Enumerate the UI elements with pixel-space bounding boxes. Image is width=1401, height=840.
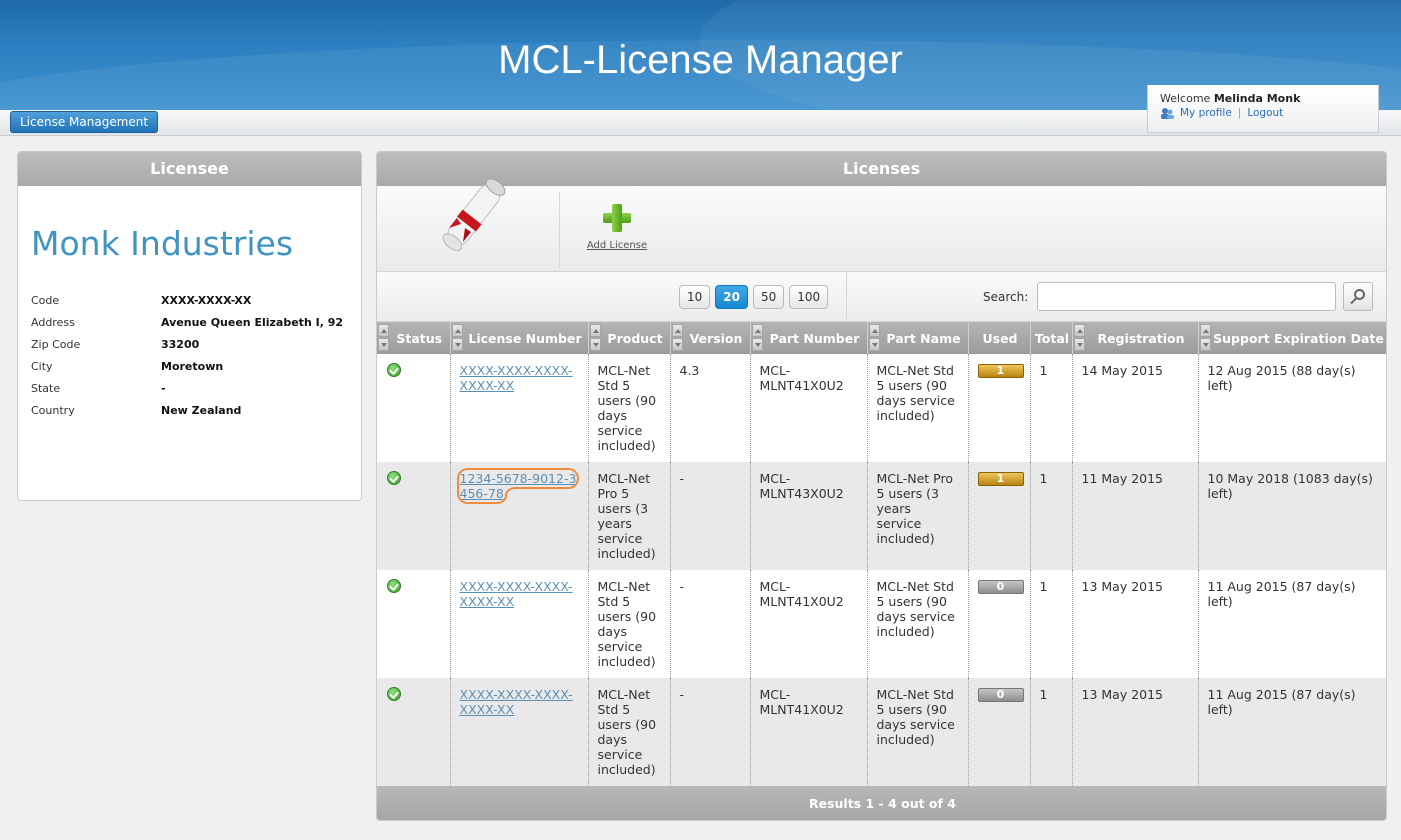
column-product[interactable]: Product (588, 322, 671, 354)
license-number-link[interactable]: 1234-5678-9012-3456-78 (456, 468, 580, 504)
expiration-cell: 10 May 2018 (1083 day(s) left) (1198, 462, 1386, 570)
status-ok-icon (387, 363, 401, 377)
part-name-cell: MCL-Net Std 5 users (90 days service inc… (867, 570, 969, 678)
version-cell: - (670, 678, 751, 786)
table-row: XXXX-XXXX-XXXX-XXXX-XX MCL-Net Std 5 use… (377, 678, 1386, 786)
table-header-row: Status License Number Product Version Pa… (377, 322, 1386, 354)
total-cell: 1 (1030, 354, 1073, 462)
user-box: Welcome Melinda Monk My profile | Logout (1147, 85, 1379, 133)
status-ok-icon (387, 579, 401, 593)
table-row: XXXX-XXXX-XXXX-XXXX-XX MCL-Net Std 5 use… (377, 354, 1386, 462)
search-label: Search: (983, 290, 1029, 304)
table-row: XXXX-XXXX-XXXX-XXXX-XX MCL-Net Std 5 use… (377, 570, 1386, 678)
status-ok-icon (387, 687, 401, 701)
detail-row: State - (31, 381, 166, 395)
column-total[interactable]: Total (1030, 322, 1073, 354)
page-size-50[interactable]: 50 (752, 285, 785, 309)
pager-bar: 10 20 50 100 Search: (377, 272, 1386, 322)
licensee-header: Licensee (18, 152, 361, 186)
total-cell: 1 (1030, 678, 1073, 786)
license-scroll-icon (442, 178, 506, 251)
detail-row: City Moretown (31, 359, 224, 373)
licenses-toolbar: Add License (377, 178, 1386, 272)
registration-cell: 13 May 2015 (1072, 570, 1199, 678)
license-number-link[interactable]: XXXX-XXXX-XXXX-XXXX-XX (460, 687, 573, 717)
column-status[interactable]: Status (377, 322, 451, 354)
detail-row: Zip Code 33200 (31, 337, 200, 351)
welcome-text: Welcome Melinda Monk (1160, 92, 1301, 105)
column-support-expiration[interactable]: Support Expiration Date (1198, 322, 1386, 354)
detail-row: Code XXXX-XXXX-XX (31, 293, 252, 307)
registration-cell: 13 May 2015 (1072, 678, 1199, 786)
search-button[interactable] (1343, 282, 1373, 311)
product-cell: MCL-Net Std 5 users (90 days service inc… (588, 570, 671, 678)
detail-row: Address Avenue Queen Elizabeth I, 92 (31, 315, 344, 329)
version-cell: - (670, 462, 751, 570)
add-license-plus-icon (603, 204, 631, 232)
licenses-table: Status License Number Product Version Pa… (377, 322, 1386, 786)
column-version[interactable]: Version (670, 322, 751, 354)
page-size-10[interactable]: 10 (679, 285, 711, 309)
product-cell: MCL-Net Pro 5 users (3 years service inc… (588, 462, 671, 570)
total-cell: 1 (1030, 570, 1073, 678)
used-badge: 0 (977, 580, 1024, 594)
user-name: Melinda Monk (1213, 92, 1301, 105)
detail-row: Country New Zealand (31, 403, 242, 417)
registration-cell: 14 May 2015 (1072, 354, 1199, 462)
version-cell: 4.3 (670, 354, 751, 462)
results-summary: Results 1 - 4 out of 4 (377, 786, 1386, 820)
registration-cell: 11 May 2015 (1072, 462, 1199, 570)
link-separator: | (1237, 107, 1242, 119)
product-cell: MCL-Net Std 5 users (90 days service inc… (588, 678, 671, 786)
company-name: Monk Industries (31, 224, 294, 263)
search-input[interactable] (1037, 282, 1336, 311)
logout-link[interactable]: Logout (1247, 107, 1283, 119)
my-profile-link[interactable]: My profile (1180, 107, 1232, 119)
expiration-cell: 11 Aug 2015 (87 day(s) left) (1198, 678, 1386, 786)
status-ok-icon (387, 471, 401, 485)
used-badge: 1 (977, 364, 1024, 378)
profile-icon (1161, 108, 1174, 119)
part-number-cell: MCL-MLNT41X0U2 (750, 678, 868, 786)
app-title: MCL-License Manager (498, 38, 903, 82)
version-cell: - (670, 570, 751, 678)
expiration-cell: 11 Aug 2015 (87 day(s) left) (1198, 570, 1386, 678)
product-cell: MCL-Net Std 5 users (90 days service inc… (588, 354, 671, 462)
licensee-details: Code XXXX-XXXX-XX Address Avenue Queen Eli… (31, 289, 361, 421)
part-name-cell: MCL-Net Pro 5 users (3 years service inc… (867, 462, 969, 570)
part-number-cell: MCL-MLNT41X0U2 (750, 570, 868, 678)
part-number-cell: MCL-MLNT43X0U2 (750, 462, 868, 570)
used-badge: 0 (977, 688, 1024, 702)
license-management-button[interactable]: License Management (10, 111, 159, 133)
page-size-100[interactable]: 100 (789, 285, 829, 309)
license-number-link[interactable]: XXXX-XXXX-XXXX-XXXX-XX (460, 579, 573, 609)
column-license-number[interactable]: License Number (450, 322, 589, 354)
licenses-panel: Licenses Add License 10 20 50 100 Search… (376, 151, 1387, 821)
page-size-selector: 10 20 50 100 (679, 285, 829, 309)
expiration-cell: 12 Aug 2015 (88 day(s) left) (1198, 354, 1386, 462)
total-cell: 1 (1030, 462, 1073, 570)
part-number-cell: MCL-MLNT41X0U2 (750, 354, 868, 462)
part-name-cell: MCL-Net Std 5 users (90 days service inc… (867, 354, 969, 462)
license-number-link[interactable]: XXXX-XXXX-XXXX-XXXX-XX (460, 363, 573, 393)
page-size-20[interactable]: 20 (715, 285, 748, 309)
column-used[interactable]: Used (968, 322, 1031, 354)
part-name-cell: MCL-Net Std 5 users (90 days service inc… (867, 678, 969, 786)
column-registration[interactable]: Registration (1072, 322, 1199, 354)
used-badge: 1 (977, 472, 1024, 486)
licensee-panel: Licensee Monk Industries Code XXXX-XXXX-X… (17, 151, 362, 501)
add-license-label: Add License (586, 240, 648, 251)
column-part-name[interactable]: Part Name (867, 322, 969, 354)
column-part-number[interactable]: Part Number (750, 322, 868, 354)
table-row: 1234-5678-9012-3456-78 MCL-Net Pro 5 use… (377, 462, 1386, 570)
add-license-button[interactable]: Add License (584, 204, 650, 251)
